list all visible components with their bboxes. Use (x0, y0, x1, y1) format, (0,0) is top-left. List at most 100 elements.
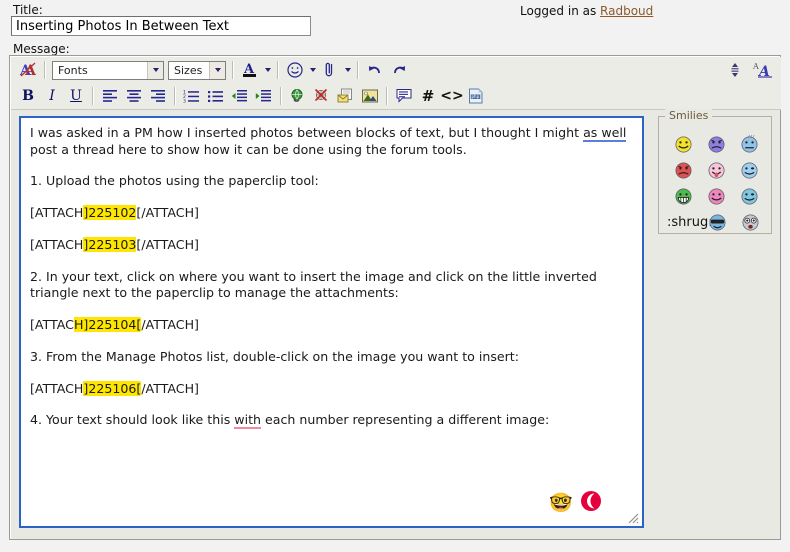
undo-arrow-icon[interactable] (364, 59, 386, 81)
smilies-legend: Smilies (665, 109, 712, 122)
smilies-row: ??? (667, 131, 767, 157)
text-run: each number representing a different ima… (261, 412, 549, 427)
toolbar-separator (92, 87, 94, 105)
smilies-row: :shrug: (667, 209, 767, 235)
message-label: Message: (13, 42, 70, 56)
text-run: [ATTAC (30, 317, 74, 332)
text-run: [/ATTACH] (136, 205, 199, 220)
chevron-down-icon[interactable] (209, 62, 225, 79)
bulleted-list-icon[interactable] (205, 85, 227, 107)
message-paragraph: 4. Your text should look like this with … (30, 412, 633, 429)
logged-in-username-link[interactable]: Radboud (600, 4, 653, 18)
text-run: [ATTACH (30, 237, 83, 252)
text-run: /ATTACH] (141, 317, 199, 332)
shrug-smiley-text[interactable]: :shrug: (667, 215, 701, 230)
editor-toolbar: A A Fonts Sizes A (11, 57, 781, 110)
svg-text:???: ??? (748, 135, 756, 140)
decrease-indent-icon[interactable] (229, 85, 251, 107)
message-editor[interactable]: I was asked in a PM how I inserted photo… (19, 116, 644, 528)
php-page-icon[interactable]: php (465, 85, 487, 107)
text-style-icon[interactable]: A A (752, 59, 774, 81)
envelope-page-icon[interactable] (335, 85, 357, 107)
underline-label: U (70, 88, 82, 104)
smilies-grid: ??? :shrug: (667, 131, 767, 235)
text-run: 3. From the Manage Photos list, double-c… (30, 349, 519, 364)
smiley-happy-yellow[interactable] (667, 135, 700, 154)
hash-icon[interactable]: # (417, 85, 439, 107)
picture-icon[interactable] (359, 85, 381, 107)
logged-in-prefix: Logged in as (520, 4, 600, 18)
svg-text:php: php (472, 94, 480, 99)
font-color-dropdown-icon[interactable] (262, 59, 273, 81)
numbered-list-icon[interactable]: 1 2 3 (181, 85, 203, 107)
message-paragraph: 1. Upload the photos using the paperclip… (30, 173, 633, 190)
highlighted-text: ]225106[ (83, 381, 141, 396)
angle-brackets-icon[interactable]: <> (441, 85, 463, 107)
red-circle-icon[interactable] (580, 490, 602, 516)
toolbar-row-2: B I U (11, 83, 781, 109)
text-run: [ATTACH (30, 205, 83, 220)
message-paragraph: 3. From the Manage Photos list, double-c… (30, 349, 633, 366)
broken-link-icon[interactable] (311, 85, 333, 107)
highlighted-text: ]225103 (83, 237, 136, 252)
highlighted-text: ]225102 (83, 205, 136, 220)
message-paragraph: [ATTACH]225102[/ATTACH] (30, 205, 633, 222)
quote-bubble-icon[interactable] (393, 85, 415, 107)
smiley-angry-red[interactable] (667, 161, 700, 180)
smilies-panel: Smilies ???:shrug: (658, 116, 772, 234)
code-label: <> (440, 88, 463, 104)
toolbar-separator (277, 61, 279, 79)
smiley-cool-teal[interactable] (733, 187, 766, 206)
fonts-select[interactable]: Fonts (52, 61, 164, 80)
increase-indent-icon[interactable] (253, 85, 275, 107)
align-right-icon[interactable] (147, 85, 169, 107)
align-center-icon[interactable] (123, 85, 145, 107)
smilies-row (667, 157, 767, 183)
smiley-sleepy-blue[interactable]: ??? (733, 135, 766, 154)
hash-label: # (422, 87, 435, 105)
smiley-confused-purple[interactable] (700, 135, 733, 154)
text-run: [ATTACH (30, 381, 83, 396)
smiley-face-icon[interactable] (284, 59, 306, 81)
smiley-blush-pink[interactable] (700, 187, 733, 206)
message-content[interactable]: I was asked in a PM how I inserted photo… (21, 118, 642, 451)
toolbar-separator (44, 61, 46, 79)
sizes-select[interactable]: Sizes (168, 61, 226, 80)
align-left-icon[interactable] (99, 85, 121, 107)
resize-grip[interactable] (625, 509, 639, 523)
svg-text:3: 3 (183, 98, 186, 103)
toolbar-separator (232, 61, 234, 79)
title-input[interactable] (11, 16, 311, 36)
smiley-sunglasses-blue[interactable] (701, 213, 734, 232)
bold-icon[interactable]: B (17, 85, 39, 107)
redo-arrow-icon[interactable] (388, 59, 410, 81)
text-run: [/ATTACH] (136, 237, 199, 252)
text-run: 1. Upload the photos using the paperclip… (30, 173, 319, 188)
globe-link-icon[interactable] (287, 85, 309, 107)
message-paragraph: I was asked in a PM how I inserted photo… (30, 125, 633, 158)
remove-formatting-icon[interactable]: A A (17, 59, 39, 81)
underline-icon[interactable]: U (65, 85, 87, 107)
smiley-wink-blue[interactable] (733, 161, 766, 180)
font-color-icon[interactable]: A (239, 59, 261, 81)
chevron-down-icon[interactable] (147, 62, 163, 79)
italic-icon[interactable]: I (41, 85, 63, 107)
up-down-arrows-icon[interactable] (724, 59, 746, 81)
text-run: /ATTACH] (141, 381, 199, 396)
smiley-dropdown-icon[interactable] (307, 59, 318, 81)
message-paragraph: [ATTACH]225103[/ATTACH] (30, 237, 633, 254)
italic-label: I (49, 88, 55, 104)
bold-label: B (22, 88, 34, 104)
nerd-face-emoji[interactable]: 🤓 (549, 494, 573, 513)
message-paragraph: [ATTACH]225104[/ATTACH] (30, 317, 633, 334)
text-run: 4. Your text should look like this (30, 412, 234, 427)
paperclip-icon[interactable] (319, 59, 341, 81)
toolbar-separator (386, 87, 388, 105)
smiley-eek-grey[interactable] (734, 213, 767, 232)
attachment-dropdown-icon[interactable] (342, 59, 353, 81)
spellcheck-error-text: with (234, 412, 261, 429)
smiley-grin-green[interactable] (667, 187, 700, 206)
text-run: post a thread here to show how it can be… (30, 142, 467, 157)
smiley-tongue-pink[interactable] (700, 161, 733, 180)
editor-page: Title: Message: Logged in as Radboud A A… (0, 0, 790, 552)
